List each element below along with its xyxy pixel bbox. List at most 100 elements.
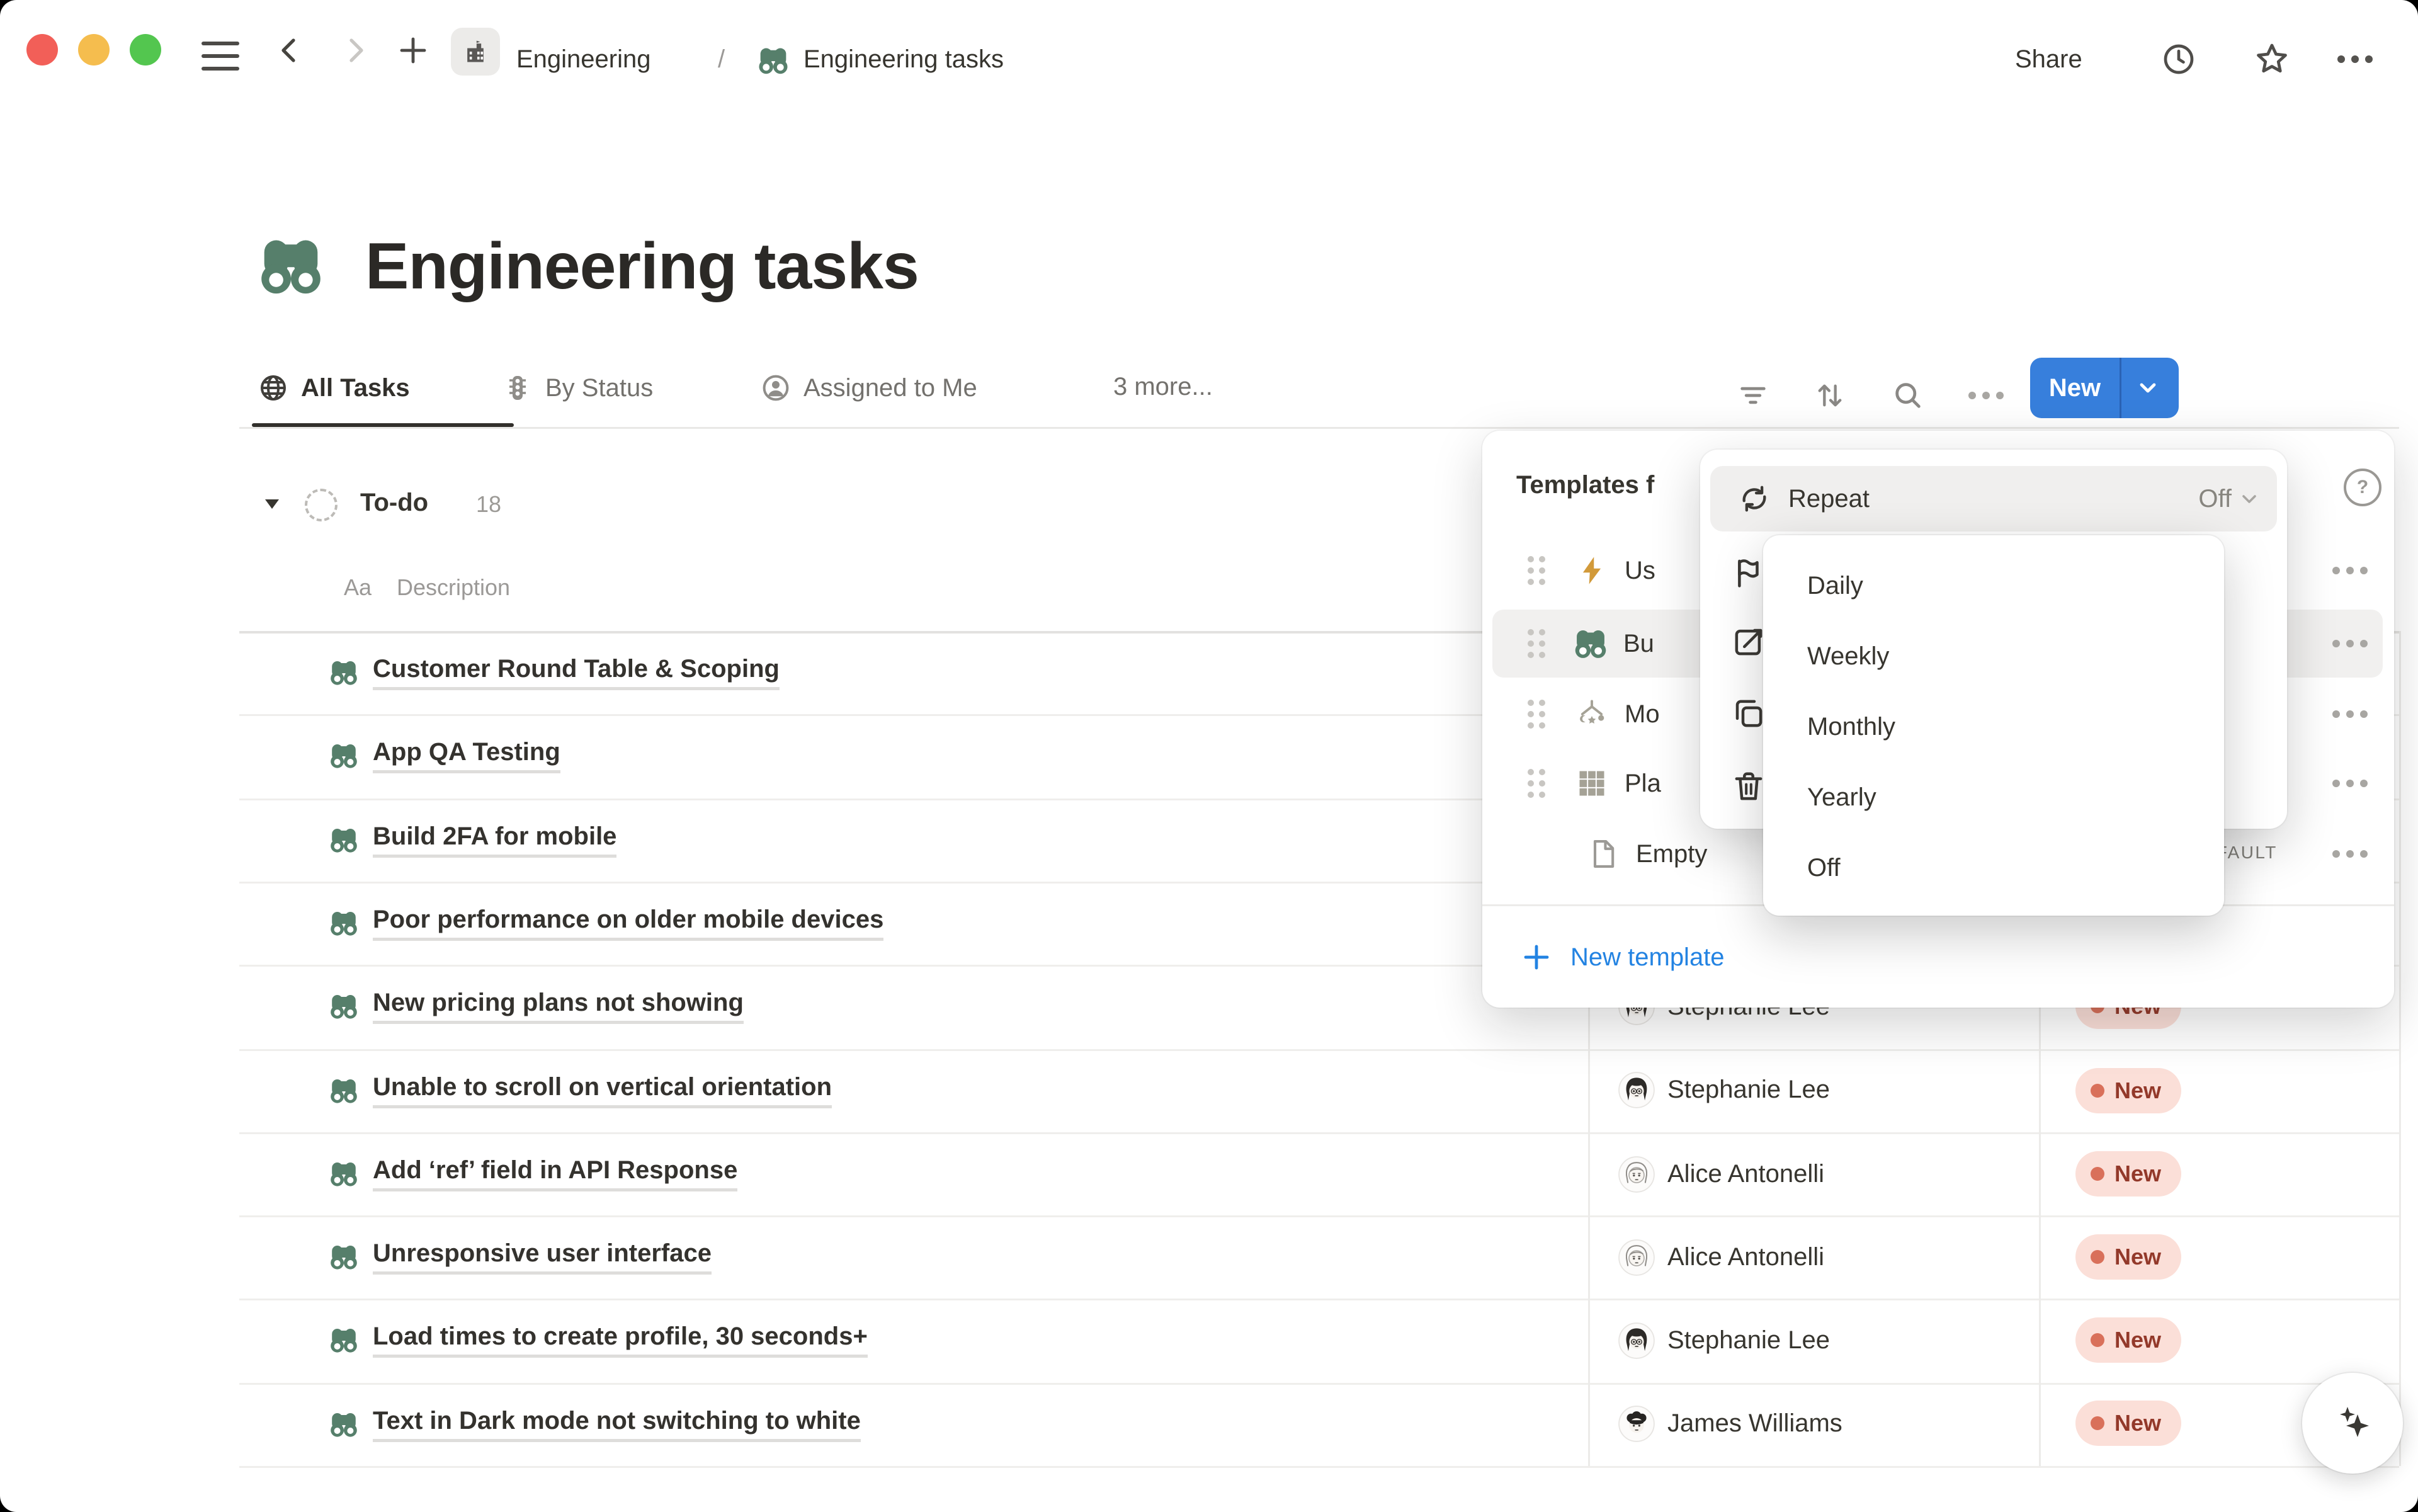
template-options-icon[interactable] [2332, 567, 2368, 574]
workspace-icon[interactable] [451, 28, 500, 76]
share-button[interactable]: Share [2015, 45, 2082, 74]
chevron-down-icon [2239, 489, 2259, 509]
avatar[interactable] [1618, 1156, 1655, 1193]
drag-handle-icon[interactable] [1528, 556, 1545, 585]
duplicate-icon[interactable] [1732, 696, 1766, 730]
avatar[interactable] [1618, 1072, 1655, 1108]
task-title[interactable]: Unable to scroll on vertical orientation [373, 1073, 832, 1108]
column-header-description[interactable]: Description [397, 574, 510, 601]
binoculars-icon [329, 991, 359, 1021]
assignee-name[interactable]: Stephanie Lee [1667, 1076, 1830, 1104]
template-options-icon[interactable] [2332, 710, 2368, 718]
avatar[interactable] [1618, 1322, 1655, 1359]
repeat-icon [1738, 482, 1771, 515]
repeat-option-off[interactable]: Off [1763, 833, 2224, 903]
repeat-label: Repeat [1788, 485, 1870, 513]
traffic-close-button[interactable] [26, 34, 58, 65]
trash-icon[interactable] [1732, 770, 1766, 804]
task-title[interactable]: Customer Round Table & Scoping [373, 655, 780, 690]
traffic-minimize-button[interactable] [78, 34, 110, 65]
forward-icon[interactable] [341, 37, 369, 64]
group-name[interactable]: To-do [360, 489, 428, 517]
assignee-name[interactable]: Stephanie Lee [1667, 1326, 1830, 1355]
status-badge[interactable]: New [2075, 1317, 2181, 1363]
search-icon[interactable] [1892, 379, 1924, 412]
task-title[interactable]: App QA Testing [373, 738, 560, 773]
task-title[interactable]: Unresponsive user interface [373, 1239, 712, 1275]
task-title[interactable]: Poor performance on older mobile devices [373, 906, 883, 941]
binoculars-icon [329, 1159, 359, 1189]
filter-icon[interactable] [1737, 379, 1769, 412]
binoculars-icon [329, 1076, 359, 1106]
help-icon[interactable]: ? [2344, 469, 2381, 506]
traffic-zoom-button[interactable] [130, 34, 161, 65]
status-badge[interactable]: New [2075, 1068, 2181, 1113]
sort-icon[interactable] [1813, 379, 1846, 412]
task-title[interactable]: Load times to create profile, 30 seconds… [373, 1322, 868, 1358]
tab-assigned-to-me[interactable]: Assigned to Me [761, 373, 977, 403]
status-badge[interactable]: New [2075, 1401, 2181, 1446]
repeat-option-weekly[interactable]: Weekly [1763, 621, 2224, 691]
status-dot-icon [2091, 1084, 2104, 1098]
tab-by-status[interactable]: By Status [502, 373, 653, 403]
edit-icon[interactable] [1732, 625, 1766, 659]
template-options-icon[interactable] [2332, 850, 2368, 858]
binoculars-icon [329, 1242, 359, 1272]
repeat-value: Off [2198, 485, 2232, 513]
template-options-icon[interactable] [2332, 640, 2368, 647]
group-collapse-triangle-icon[interactable] [262, 494, 282, 514]
view-options-icon[interactable] [1968, 392, 2004, 399]
tab-more[interactable]: 3 more... [1113, 373, 1213, 401]
tabs-divider [239, 427, 2399, 429]
drag-handle-icon[interactable] [1528, 700, 1545, 729]
assignee-name[interactable]: Alice Antonelli [1667, 1243, 1824, 1271]
new-page-plus-icon[interactable] [398, 35, 428, 65]
todo-status-circle-icon [305, 489, 338, 521]
breadcrumb-page[interactable]: Engineering tasks [803, 45, 1004, 74]
new-button-label: New [2030, 374, 2120, 402]
binoculars-icon [757, 44, 790, 77]
plus-icon [1523, 943, 1550, 971]
templates-popup-header: Templates f [1516, 471, 1654, 499]
new-button[interactable]: New [2030, 358, 2179, 418]
task-title[interactable]: Text in Dark mode not switching to white [373, 1407, 861, 1442]
avatar[interactable] [1618, 1239, 1655, 1276]
back-icon[interactable] [276, 37, 304, 64]
chevron-down-icon[interactable] [2137, 377, 2159, 399]
column-type-icon: Aa [344, 574, 372, 601]
task-title[interactable]: New pricing plans not showing [373, 989, 744, 1024]
drag-handle-icon[interactable] [1528, 769, 1545, 798]
new-template-button[interactable]: New template [1482, 924, 2394, 990]
status-badge[interactable]: New [2075, 1151, 2181, 1197]
page-title: Engineering tasks [365, 229, 919, 304]
avatar[interactable] [1618, 1406, 1655, 1442]
assignee-name[interactable]: James Williams [1667, 1409, 1842, 1438]
ai-sparkle-button[interactable] [2302, 1373, 2403, 1474]
new-button-divider [2120, 358, 2121, 418]
favorite-star-icon[interactable] [2253, 40, 2291, 78]
tab-all-tasks[interactable]: All Tasks [258, 373, 410, 403]
page-icon [1587, 838, 1620, 870]
binoculars-icon [329, 657, 359, 688]
column-divider [2399, 631, 2401, 1466]
repeat-option-yearly[interactable]: Yearly [1763, 762, 2224, 833]
updates-clock-icon[interactable] [2161, 42, 2196, 77]
repeat-option-monthly[interactable]: Monthly [1763, 691, 2224, 762]
status-dot-icon [2091, 1167, 2104, 1181]
flag-icon[interactable] [1732, 555, 1766, 589]
task-title[interactable]: Add ‘ref’ field in API Response [373, 1156, 737, 1191]
status-badge[interactable]: New [2075, 1234, 2181, 1280]
status-dot-icon [2091, 1250, 2104, 1264]
mobile-hanging-icon [1575, 698, 1608, 730]
assignee-name[interactable]: Alice Antonelli [1667, 1160, 1824, 1188]
task-title[interactable]: Build 2FA for mobile [373, 822, 616, 858]
repeat-menu-item[interactable]: Repeat Off [1710, 466, 2277, 531]
breadcrumb-workspace[interactable]: Engineering [516, 45, 651, 74]
sidebar-menu-icon[interactable] [202, 33, 239, 79]
template-options-icon[interactable] [2332, 780, 2368, 787]
repeat-option-daily[interactable]: Daily [1763, 550, 2224, 621]
repeat-dropdown: Daily Weekly Monthly Yearly Off [1763, 535, 2224, 916]
more-options-icon[interactable] [2337, 55, 2373, 63]
page-title-binoculars-icon[interactable] [257, 232, 325, 300]
drag-handle-icon[interactable] [1528, 629, 1545, 658]
